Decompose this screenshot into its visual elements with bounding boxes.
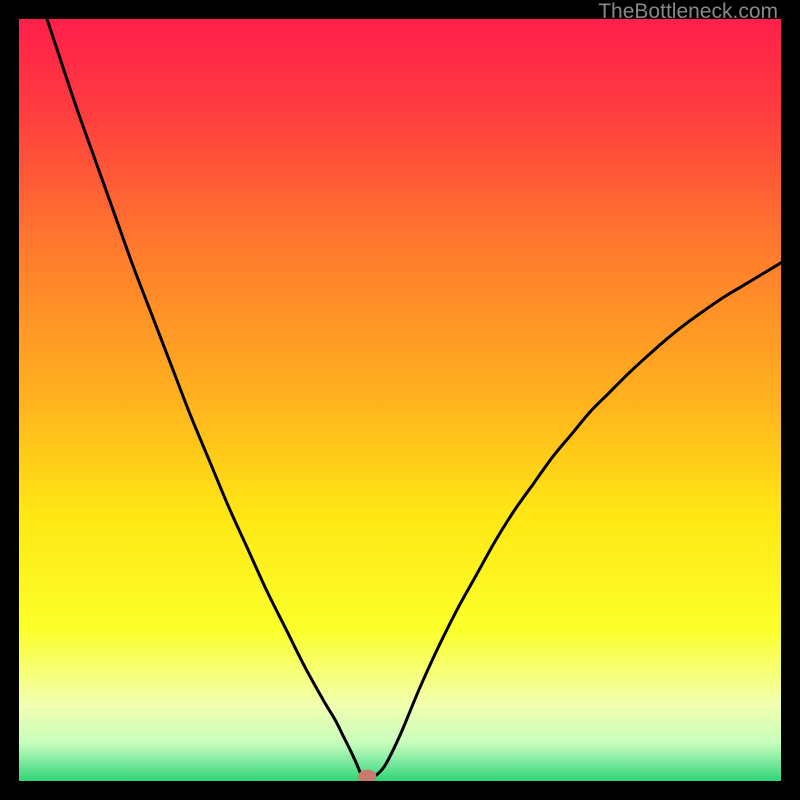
watermark-text: TheBottleneck.com bbox=[598, 0, 778, 24]
bottleneck-chart bbox=[19, 19, 781, 781]
chart-frame bbox=[19, 19, 781, 781]
chart-background bbox=[19, 19, 781, 781]
